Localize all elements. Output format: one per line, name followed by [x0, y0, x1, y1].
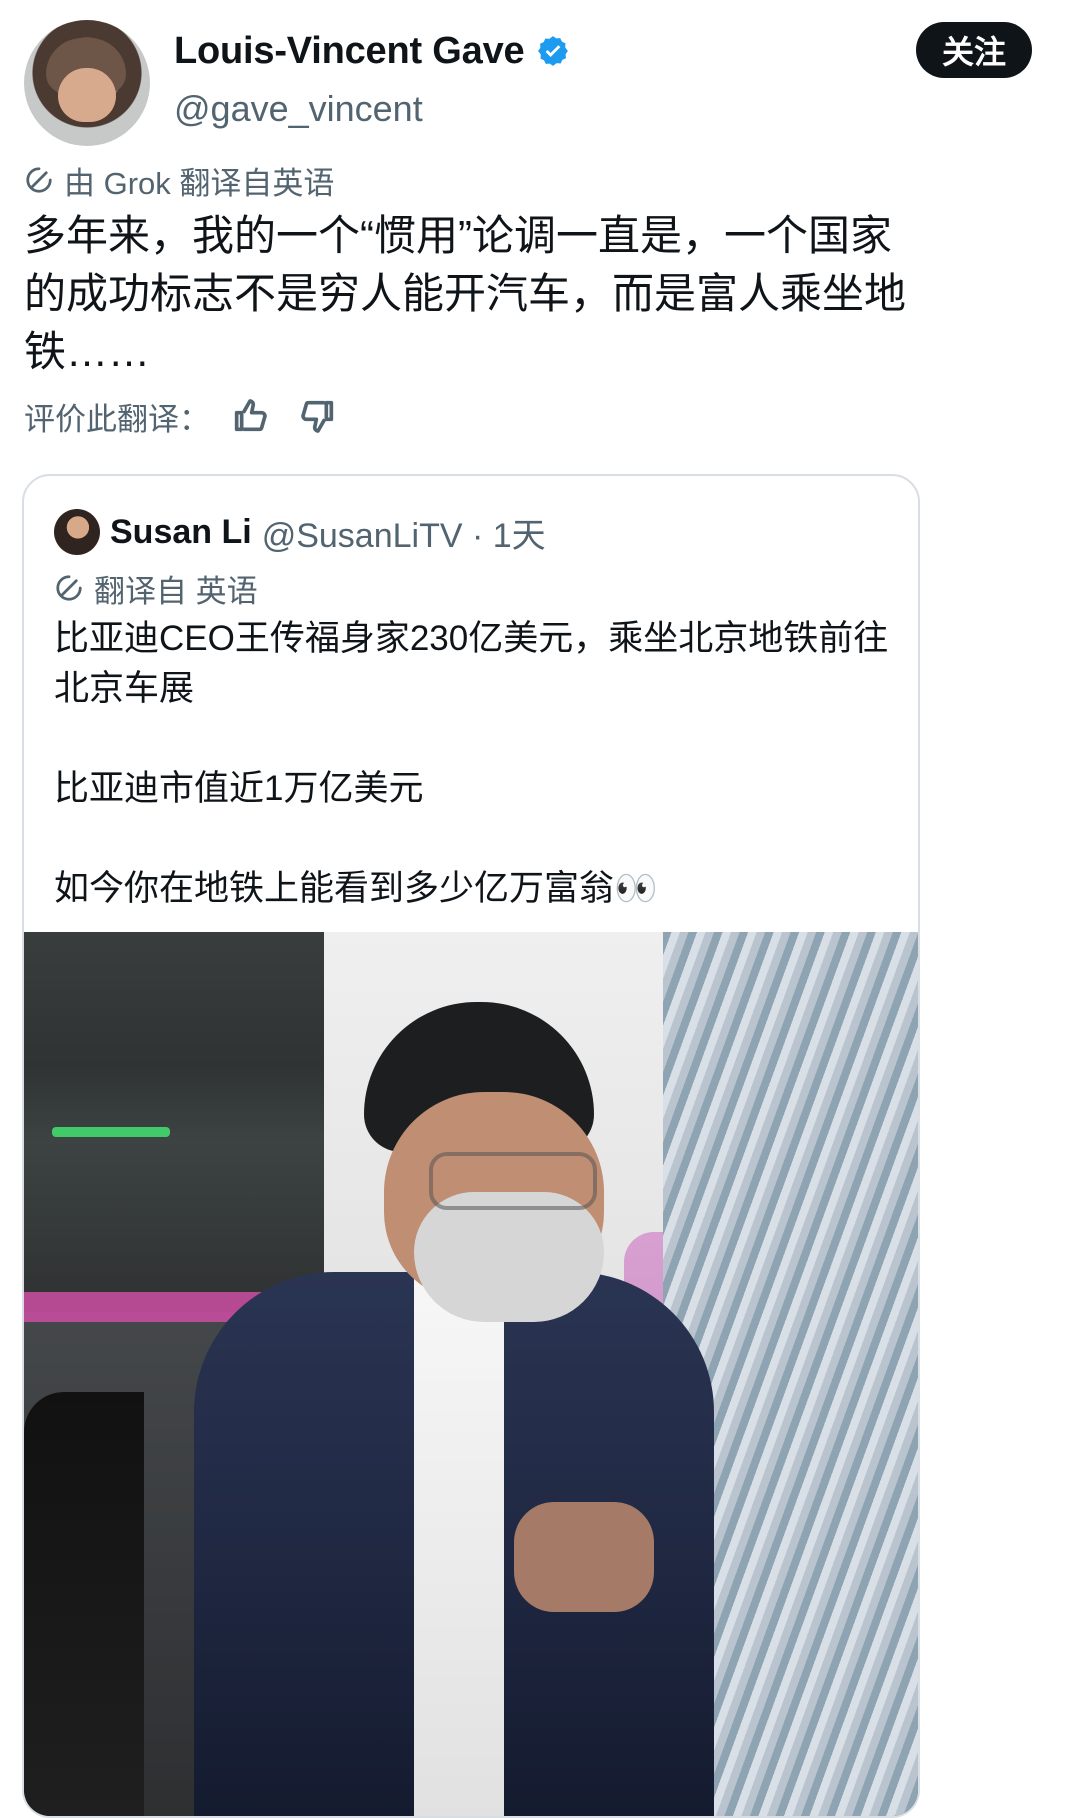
translation-notice-row: 由 Grok 翻译自英语 — [24, 160, 335, 201]
rate-translation-label: 评价此翻译： — [24, 401, 210, 437]
author-display-name[interactable]: Louis-Vincent Gave — [174, 30, 525, 73]
main-passenger — [194, 1002, 714, 1816]
quoted-translation-notice-row: 翻译自 英语 — [54, 568, 258, 609]
author-name-line: Louis-Vincent Gave — [174, 26, 570, 76]
verified-badge-icon — [536, 34, 570, 68]
author-handle[interactable]: @gave_vincent — [174, 88, 423, 130]
thumbs-up-icon[interactable] — [230, 396, 270, 436]
quoted-author-avatar[interactable] — [54, 509, 100, 555]
quoted-paragraph-3: 如今你在地铁上能看到多少亿万富翁👀 — [54, 869, 658, 908]
rate-translation-row: 评价此翻译： — [24, 394, 338, 438]
hand — [514, 1502, 654, 1612]
quoted-paragraph-1: 比亚迪CEO王传福身家230亿美元，乘坐北京地铁前往北京车展 — [54, 619, 889, 708]
thumbs-down-icon[interactable] — [298, 396, 338, 436]
quoted-tweet-header: Susan Li @SusanLiTV · 1天 — [54, 506, 546, 558]
quoted-photo[interactable] — [24, 932, 918, 1816]
glasses — [429, 1152, 597, 1210]
passenger-dark-jacket — [24, 1392, 144, 1816]
quoted-handle-and-time[interactable]: @SusanLiTV · 1天 — [262, 508, 546, 557]
translate-icon — [24, 165, 54, 195]
follow-button[interactable]: 关注 — [916, 22, 1032, 78]
quoted-tweet-text: 比亚迪CEO王传福身家230亿美元，乘坐北京地铁前往北京车展 比亚迪市值近1万亿… — [54, 614, 894, 914]
quoted-translation-notice: 翻译自 英语 — [94, 573, 258, 609]
tweet-header: Louis-Vincent Gave @gave_vincent 关注 — [24, 18, 1056, 148]
quoted-tweet-card[interactable]: Susan Li @SusanLiTV · 1天 翻译自 英语 比亚迪CEO王传… — [22, 474, 920, 1818]
translation-notice: 由 Grok 翻译自英语 — [64, 165, 335, 201]
quoted-paragraph-2: 比亚迪市值近1万亿美元 — [54, 769, 424, 808]
face-mask — [414, 1192, 604, 1322]
author-avatar[interactable] — [24, 20, 150, 146]
quoted-author-name[interactable]: Susan Li — [110, 513, 252, 552]
tweet-text: 多年来，我的一个“惯用”论调一直是，一个国家的成功标志不是穷人能开汽车，而是富人… — [24, 212, 907, 375]
translate-icon — [54, 573, 84, 603]
shirt — [414, 1272, 504, 1816]
